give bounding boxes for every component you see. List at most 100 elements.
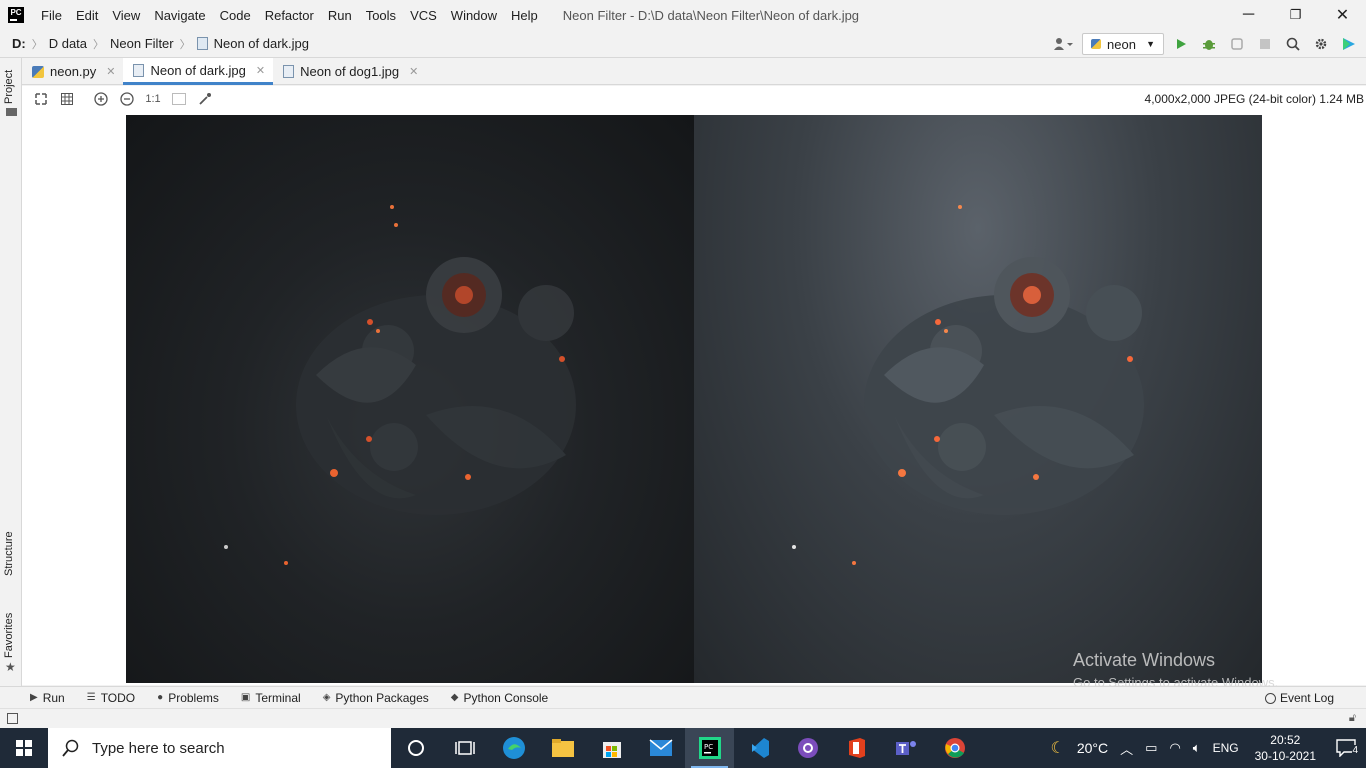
taskbar-search-box[interactable]: Type here to search (48, 728, 391, 768)
wifi-icon[interactable]: ◠ (1169, 740, 1180, 756)
menu-tools[interactable]: Tools (359, 8, 403, 23)
volume-icon[interactable]: 🔈︎ (1193, 740, 1201, 756)
run-tool-button[interactable]: ▶ Run (30, 691, 65, 705)
stop-button[interactable] (1254, 33, 1276, 55)
coverage-button[interactable] (1226, 33, 1248, 55)
user-icon[interactable] (1050, 34, 1076, 54)
python-console-tool-button[interactable]: ◆ Python Console (451, 691, 548, 705)
python-console-tool-label: Python Console (463, 690, 549, 705)
zoom-out-icon[interactable] (116, 88, 138, 110)
problems-tool-button[interactable]: ● Problems (157, 691, 219, 705)
windows-logo-icon (16, 740, 32, 756)
breadcrumb: D: 〉 D data 〉 Neon Filter 〉 Neon of dark… (0, 36, 309, 52)
left-tool-strip: Project Structure Favorites ★ (0, 58, 22, 688)
todo-tool-button[interactable]: ☰ TODO (87, 691, 135, 705)
favorites-tool-button[interactable]: Favorites (3, 613, 15, 658)
breadcrumb-file[interactable]: Neon of dark.jpg (196, 36, 309, 51)
weather-temperature[interactable]: 20°C (1077, 740, 1108, 756)
activate-windows-title: Activate Windows (1073, 650, 1216, 670)
system-tray: ☾ 20°C ︿ ▭ ◠ 🔈︎ ENG 20:52 30-10-2021 4 (1045, 728, 1366, 768)
battery-icon[interactable]: ▭ (1145, 740, 1157, 756)
chevron-right-icon: 〉 (31, 38, 43, 51)
project-tool-button[interactable]: Project (3, 70, 15, 104)
image-file-icon (196, 37, 208, 50)
edge-icon[interactable] (489, 728, 538, 768)
tab-neon-of-dog1[interactable]: Neon of dog1.jpg ✕ (273, 58, 426, 85)
grid-icon[interactable] (56, 88, 78, 110)
color-picker-icon[interactable] (194, 88, 216, 110)
navigation-bar: D: 〉 D data 〉 Neon Filter 〉 Neon of dark… (0, 30, 1366, 58)
run-button[interactable] (1170, 33, 1192, 55)
pycharm-taskbar-icon[interactable]: PC (685, 728, 734, 768)
structure-tool-button[interactable]: Structure (3, 531, 15, 576)
mail-icon[interactable] (636, 728, 685, 768)
vscode-icon[interactable] (734, 728, 783, 768)
run-configuration-label: neon (1107, 36, 1136, 52)
taskbar-search-placeholder: Type here to search (92, 739, 225, 757)
image-preview (126, 115, 1262, 683)
image-file-icon (133, 63, 145, 77)
python-packages-tool-button[interactable]: ◈ Python Packages (323, 691, 429, 705)
menu-vcs[interactable]: VCS (403, 8, 444, 23)
breadcrumb-drive[interactable]: D: (12, 36, 26, 51)
menu-run[interactable]: Run (321, 8, 359, 23)
breadcrumb-neon-filter[interactable]: Neon Filter (110, 36, 174, 51)
menu-navigate[interactable]: Navigate (147, 8, 212, 23)
close-window-button[interactable]: ✕ (1319, 0, 1366, 30)
notification-center-button[interactable]: 4 (1326, 739, 1366, 757)
close-tab-icon[interactable]: ✕ (409, 65, 418, 78)
chevron-right-icon: 〉 (179, 38, 191, 51)
file-explorer-icon[interactable] (538, 728, 587, 768)
main-menu: File Edit View Navigate Code Refactor Ru… (34, 8, 545, 23)
debug-button[interactable] (1198, 33, 1220, 55)
run-configuration-select[interactable]: neon ▼ (1082, 33, 1164, 55)
tab-label: Neon of dark.jpg (150, 62, 246, 78)
close-tab-icon[interactable]: ✕ (106, 65, 115, 78)
clock-time: 20:52 (1270, 733, 1301, 747)
chrome-icon[interactable] (930, 728, 979, 768)
menu-refactor[interactable]: Refactor (258, 8, 321, 23)
office-icon[interactable] (832, 728, 881, 768)
restore-button[interactable]: ❐ (1272, 0, 1319, 30)
play-icon: ▶ (30, 692, 38, 703)
menu-file[interactable]: File (34, 8, 69, 23)
show-hidden-icons-icon[interactable]: ︿ (1120, 739, 1133, 758)
zoom-in-icon[interactable] (90, 88, 112, 110)
lock-icon[interactable]: 🔓︎ (1349, 712, 1356, 725)
microsoft-store-icon[interactable] (587, 728, 636, 768)
menu-help[interactable]: Help (504, 8, 545, 23)
code-with-me-icon[interactable] (1338, 33, 1360, 55)
clock[interactable]: 20:52 30-10-2021 (1255, 732, 1316, 764)
teams-icon[interactable] (881, 728, 930, 768)
gear-icon[interactable] (1310, 33, 1332, 55)
tab-neon-py[interactable]: neon.py ✕ (22, 58, 123, 85)
cortana-icon[interactable] (391, 728, 440, 768)
editor-tabs: neon.py ✕ Neon of dark.jpg ✕ Neon of dog… (22, 58, 1366, 85)
tool-windows-toggle-icon[interactable] (7, 713, 18, 724)
terminal-tool-button[interactable]: ▣ Terminal (241, 691, 301, 705)
menu-window[interactable]: Window (444, 8, 504, 23)
title-bar: PC File Edit View Navigate Code Refactor… (0, 0, 1366, 30)
breadcrumb-d-data[interactable]: D data (49, 36, 87, 51)
github-desktop-icon[interactable] (783, 728, 832, 768)
minimize-button[interactable]: ─ (1225, 0, 1272, 30)
fit-window-icon[interactable] (168, 88, 190, 110)
tab-neon-of-dark[interactable]: Neon of dark.jpg ✕ (123, 58, 274, 85)
event-log-label: Event Log (1279, 691, 1334, 705)
task-view-icon[interactable] (440, 728, 489, 768)
fit-zoom-icon[interactable] (30, 88, 52, 110)
menu-code[interactable]: Code (213, 8, 258, 23)
event-log-button[interactable]: Event Log (1264, 691, 1334, 705)
start-button[interactable] (0, 728, 48, 768)
close-tab-icon[interactable]: ✕ (256, 64, 265, 77)
tab-label: Neon of dog1.jpg (300, 64, 400, 79)
menu-edit[interactable]: Edit (69, 8, 105, 23)
menu-view[interactable]: View (105, 8, 147, 23)
activate-windows-watermark: Activate Windows Go to Settings to activ… (1073, 650, 1278, 690)
search-icon[interactable] (1282, 33, 1304, 55)
language-indicator[interactable]: ENG (1213, 741, 1239, 755)
weather-moon-icon[interactable]: ☾ (1051, 738, 1065, 758)
actual-size-button[interactable]: 1:1 (142, 88, 164, 110)
burning-rose-neon-image (792, 205, 1144, 565)
image-canvas (22, 112, 1366, 685)
